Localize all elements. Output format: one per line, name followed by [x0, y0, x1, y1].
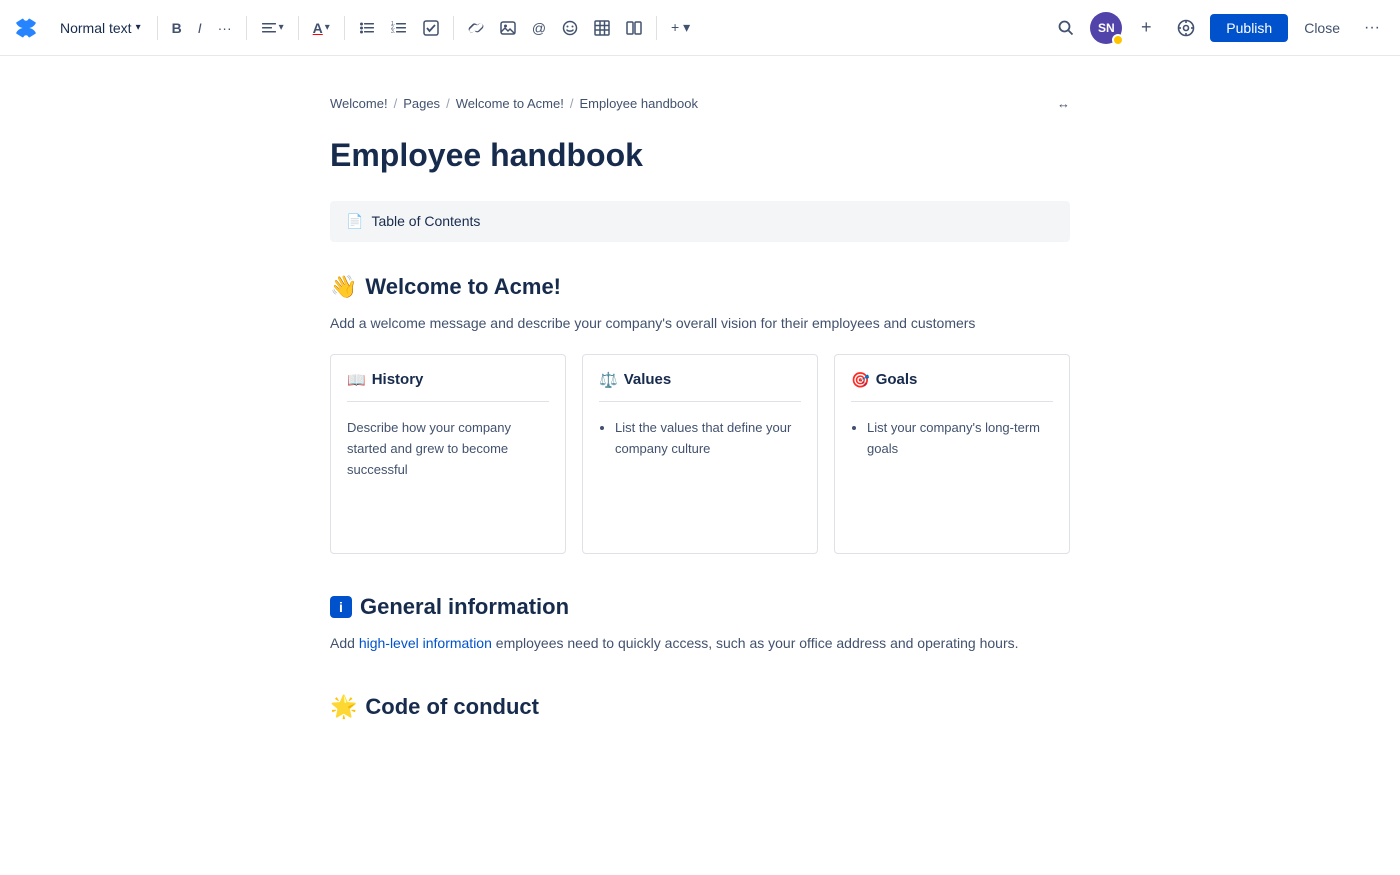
image-button[interactable]: [494, 16, 522, 40]
section-welcome-desc: Add a welcome message and describe your …: [330, 312, 1070, 334]
align-button[interactable]: ▾: [255, 16, 290, 40]
toolbar: Normal text ▾ B I ··· ▾ A ▾ 1.2.3. @: [0, 0, 1400, 56]
general-info-link[interactable]: high-level information: [359, 635, 492, 651]
columns-button[interactable]: [620, 16, 648, 40]
card-goals-title: 🎯 Goals: [851, 371, 1053, 389]
card-history-title: 📖 History: [347, 371, 549, 389]
separator-3: [298, 16, 299, 40]
card-values[interactable]: ⚖️ Values List the values that define yo…: [582, 354, 818, 554]
user-avatar[interactable]: SN: [1090, 12, 1122, 44]
card-divider: [347, 401, 549, 402]
cards-row: 📖 History Describe how your company star…: [330, 354, 1070, 554]
section-conduct-heading: 🌟 Code of conduct: [330, 694, 1070, 720]
chevron-down-icon: ▾: [136, 22, 141, 33]
section-general-desc: Add high-level information employees nee…: [330, 632, 1070, 654]
text-style-label: Normal text: [60, 20, 132, 36]
card-history-emoji: 📖: [347, 371, 366, 389]
breadcrumb-item-pages[interactable]: Pages: [403, 96, 440, 111]
welcome-emoji: 👋: [330, 274, 357, 300]
section-welcome-heading: 👋 Welcome to Acme!: [330, 274, 1070, 300]
card-goals-body: List your company's long-term goals: [851, 418, 1053, 460]
card-values-title: ⚖️ Values: [599, 371, 801, 389]
publish-button[interactable]: Publish: [1210, 14, 1288, 42]
card-goals[interactable]: 🎯 Goals List your company's long-term go…: [834, 354, 1070, 554]
mention-button[interactable]: @: [526, 16, 552, 40]
avatar-initials: SN: [1098, 21, 1115, 35]
search-button[interactable]: [1050, 12, 1082, 44]
space-settings-button[interactable]: [1170, 12, 1202, 44]
breadcrumb-expand[interactable]: ↔: [1057, 96, 1070, 111]
close-button[interactable]: Close: [1296, 16, 1348, 40]
toolbar-right: SN + Publish Close ···: [1050, 12, 1388, 44]
main-content: Welcome! / Pages / Welcome to Acme! / Em…: [270, 56, 1130, 840]
section-welcome: 👋 Welcome to Acme! Add a welcome message…: [330, 274, 1070, 554]
separator-6: [656, 16, 657, 40]
invite-button[interactable]: +: [1130, 12, 1162, 44]
breadcrumb: Welcome! / Pages / Welcome to Acme! / Em…: [330, 96, 1070, 111]
general-emoji: i: [330, 596, 352, 618]
section-general: i General information Add high-level inf…: [330, 594, 1070, 654]
card-values-emoji: ⚖️: [599, 371, 618, 389]
bullet-list-button[interactable]: [353, 16, 381, 40]
bold-button[interactable]: B: [166, 16, 188, 40]
chevron-down-icon: ▾: [279, 22, 284, 33]
separator-5: [453, 16, 454, 40]
toc-label: Table of Contents: [371, 213, 480, 229]
breadcrumb-item-welcome[interactable]: Welcome!: [330, 96, 388, 111]
emoji-button[interactable]: [556, 16, 584, 40]
font-color-button[interactable]: A ▾: [307, 16, 336, 40]
text-style-dropdown[interactable]: Normal text ▾: [52, 16, 149, 40]
task-list-button[interactable]: [417, 16, 445, 40]
breadcrumb-item-current: Employee handbook: [579, 96, 698, 111]
chevron-down-icon: ▾: [325, 22, 330, 33]
separator-2: [246, 16, 247, 40]
card-divider: [851, 401, 1053, 402]
conduct-emoji: 🌟: [330, 694, 357, 720]
italic-button[interactable]: I: [192, 16, 208, 40]
separator-1: [157, 16, 158, 40]
table-button[interactable]: [588, 16, 616, 40]
toc-icon: 📄: [346, 213, 363, 230]
card-values-body: List the values that define your company…: [599, 418, 801, 460]
breadcrumb-item-welcome-acme[interactable]: Welcome to Acme!: [456, 96, 564, 111]
more-options-button[interactable]: ···: [1356, 12, 1388, 44]
page-title[interactable]: Employee handbook: [330, 135, 1070, 177]
separator-4: [344, 16, 345, 40]
section-general-heading: i General information: [330, 594, 1070, 620]
more-formatting-button[interactable]: ···: [212, 16, 238, 40]
card-history-body: Describe how your company started and gr…: [347, 418, 549, 480]
card-goals-emoji: 🎯: [851, 371, 870, 389]
table-of-contents[interactable]: 📄 Table of Contents: [330, 201, 1070, 242]
section-conduct: 🌟 Code of conduct: [330, 694, 1070, 720]
numbered-list-button[interactable]: 1.2.3.: [385, 16, 413, 40]
link-button[interactable]: [462, 16, 490, 40]
confluence-logo[interactable]: [12, 14, 40, 42]
card-divider: [599, 401, 801, 402]
avatar-badge: [1112, 34, 1124, 46]
svg-text:3.: 3.: [391, 29, 395, 35]
insert-more-button[interactable]: + ▾: [665, 15, 696, 40]
card-history[interactable]: 📖 History Describe how your company star…: [330, 354, 566, 554]
